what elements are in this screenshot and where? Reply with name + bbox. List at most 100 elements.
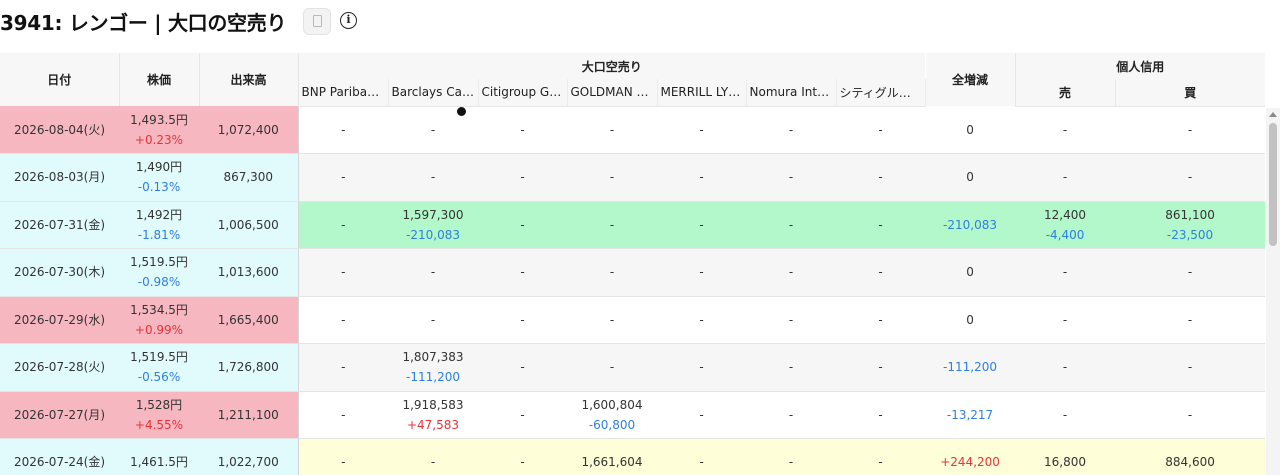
cell-broker-short: - [657,296,746,344]
header-broker[interactable]: GOLDMAN SACHS [567,79,658,107]
cell-broker-short: - [836,201,926,249]
info-circle-icon[interactable]: i [340,12,357,29]
cell-broker-short: - [657,201,746,249]
sell-value: - [1062,170,1068,185]
header-price[interactable]: 株価 [119,53,200,106]
table-row[interactable]: 2026-07-30(木) 1,519.5円 -0.98% 1,013,600 - - - -… [0,248,1266,297]
cell-total-change: 0 [925,248,1016,297]
broker-value: - [341,265,346,280]
date-text: 2026-08-03(月) [13,170,106,185]
cell-price: 1,490円 -0.13% [119,153,199,202]
broker-value: - [878,122,883,137]
cell-broker-short: - [746,106,836,154]
header-broker[interactable]: Nomura International [746,79,837,107]
cell-broker-short: - [836,391,926,439]
cell-broker-short: - [388,248,478,297]
volume-text: 1,665,400 [217,312,279,327]
table-row[interactable]: 2026-08-04(火) 1,493.5円 +0.23% 1,072,400 - - - -… [0,106,1266,154]
volume-text: 1,022,700 [217,455,279,470]
table-row[interactable]: 2026-07-24(金) 1,461.5円 1,022,700 - - - 1,661,6… [0,438,1266,475]
broker-value: - [520,217,525,232]
header-sell[interactable]: 売 [1015,79,1116,107]
broker-value: - [878,312,883,327]
cell-broker-short: - [836,343,926,392]
cell-margin-buy: 861,100 -23,500 [1115,201,1266,249]
header-date[interactable]: 日付 [0,53,120,106]
cell-broker-short: - [657,438,746,475]
cell-broker-short: 1,661,604 [567,438,657,475]
sell-value: - [1062,312,1068,327]
header-broker[interactable]: Citigroup Global [478,79,568,107]
broker-value: - [878,170,883,185]
broker-value: - [788,265,794,280]
price-text: 1,519.5円 [130,350,188,365]
cell-broker-short: - [478,106,567,154]
volume-text: 1,072,400 [217,122,279,137]
title-bar: 3941: レンゴー | 大口の空売り i [0,0,1280,44]
broker-value: - [699,407,704,422]
sell-value: - [1062,360,1068,375]
cell-broker-short: - [746,438,836,475]
table-row[interactable]: 2026-07-31(金) 1,492円 -1.81% 1,006,500 - 1,597… [0,201,1266,249]
price-change-text: +4.55% [134,417,184,432]
header-broker[interactable]: Barclays Capital [388,79,479,107]
broker-value: - [878,360,883,375]
header-broker[interactable]: MERRILL LYNCH [657,79,747,107]
cell-broker-short: - [657,248,746,297]
volume-text: 1,013,600 [217,265,279,280]
broker-change: -60,800 [588,417,636,432]
broker-value: - [878,265,883,280]
total-change-text: 0 [966,312,974,327]
vertical-scrollbar[interactable] [1266,108,1280,475]
cell-broker-short: - [746,201,836,249]
header-volume[interactable]: 出来高 [199,53,299,106]
table-row[interactable]: 2026-07-27(月) 1,528円 +4.55% 1,211,100 - 1,918… [0,391,1266,439]
broker-value: - [341,122,346,137]
cell-margin-sell: 16,800 [1015,438,1116,475]
table-row[interactable]: 2026-07-29(水) 1,534.5円 +0.99% 1,665,400 - - - -… [0,296,1266,344]
cell-date: 2026-07-31(金) [0,201,119,249]
broker-value: - [788,217,794,232]
price-text: 1,534.5円 [130,302,188,317]
cell-broker-short: - [478,248,567,297]
cell-total-change: 0 [925,106,1016,154]
broker-value: - [341,455,346,470]
header-broker[interactable]: シティグループ [836,79,926,107]
cell-broker-short: - [567,248,657,297]
table-row[interactable]: 2026-08-03(月) 1,490円 -0.13% 867,300 - - - - - - - 0… [0,153,1266,202]
scroll-up-arrow-icon[interactable] [1269,112,1277,117]
cell-price: 1,528円 +4.55% [119,391,199,439]
copy-button[interactable] [303,8,331,35]
cell-price: 1,534.5円 +0.99% [119,296,199,344]
sell-value: - [1062,407,1068,422]
broker-value: - [609,265,615,280]
buy-value: 884,600 [1165,455,1215,470]
cell-broker-short: - [746,391,836,439]
cell-broker-short: 1,597,300 -210,083 [388,201,478,249]
header-total-change[interactable]: 全増減 [925,53,1016,106]
cell-broker-short: 1,918,583 +47,583 [388,391,478,439]
cell-broker-short: - [478,391,567,439]
broker-value: - [788,170,794,185]
date-text: 2026-07-27(月) [13,407,106,422]
volume-text: 1,726,800 [217,360,279,375]
cell-date: 2026-08-03(月) [0,153,119,202]
broker-value: - [878,217,883,232]
broker-value: - [788,312,794,327]
scrollbar-thumb[interactable] [1269,123,1277,246]
broker-value: - [430,265,436,280]
cell-margin-sell: - [1015,391,1116,439]
cell-broker-short: - [567,106,657,154]
broker-value: - [788,407,794,422]
cell-price: 1,492円 -1.81% [119,201,199,249]
broker-value: 1,918,583 [402,397,464,412]
cell-price: 1,493.5円 +0.23% [119,106,199,154]
table-row[interactable]: 2026-07-28(火) 1,519.5円 -0.56% 1,726,800 - 1,8… [0,343,1266,392]
date-text: 2026-07-24(金) [13,455,106,470]
header-broker[interactable]: BNP Paribas Arbitrage [298,79,389,107]
price-text: 1,461.5円 [130,455,188,470]
cell-volume: 1,211,100 [199,391,299,439]
header-buy[interactable]: 買 [1115,79,1266,107]
cell-broker-short: - [478,343,567,392]
buy-value: - [1187,170,1193,185]
